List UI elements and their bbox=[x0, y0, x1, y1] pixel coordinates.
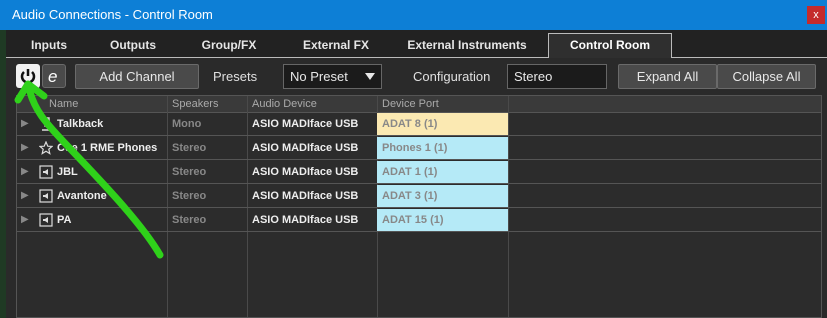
chevron-down-icon bbox=[365, 73, 375, 80]
column-header-audio-device[interactable]: Audio Device bbox=[247, 96, 377, 113]
talkback-icon bbox=[42, 117, 51, 131]
tab-control-room[interactable]: Control Room bbox=[548, 33, 672, 58]
tab-inputs[interactable]: Inputs bbox=[12, 34, 86, 57]
row-speakers: Stereo bbox=[172, 166, 207, 178]
row-name: PA bbox=[57, 214, 72, 226]
speaker-icon bbox=[39, 213, 53, 227]
edit-button[interactable]: e bbox=[42, 64, 66, 88]
row-device-port[interactable]: ADAT 8 (1) bbox=[377, 113, 508, 135]
tab-outputs[interactable]: Outputs bbox=[94, 34, 172, 57]
close-button[interactable]: x bbox=[807, 6, 825, 24]
row-device-port[interactable]: ADAT 15 (1) bbox=[377, 209, 508, 231]
row-name: JBL bbox=[57, 166, 78, 178]
row-audio-device: ASIO MADIface USB bbox=[252, 118, 359, 130]
collapse-all-button[interactable]: Collapse All bbox=[717, 64, 816, 89]
preset-dropdown[interactable]: No Preset bbox=[283, 64, 382, 89]
column-header-name[interactable]: Name bbox=[17, 96, 167, 113]
table-row[interactable]: ▶ JBL Stereo ASIO MADIface USB ADAT 1 (1… bbox=[17, 161, 821, 184]
tab-group-fx[interactable]: Group/FX bbox=[182, 34, 276, 57]
table-row[interactable]: ▶ PA Stereo ASIO MADIface USB ADAT 15 (1… bbox=[17, 209, 821, 232]
expand-arrow-icon[interactable]: ▶ bbox=[21, 113, 33, 135]
expand-arrow-icon[interactable]: ▶ bbox=[21, 185, 33, 207]
row-audio-device: ASIO MADIface USB bbox=[252, 166, 359, 178]
table-row[interactable]: ▶ Talkback Mono ASIO MADIface USB ADAT 8… bbox=[17, 113, 821, 136]
row-speakers: Stereo bbox=[172, 142, 207, 154]
tab-bar: Inputs Outputs Group/FX External FX Exte… bbox=[6, 30, 827, 58]
window-title: Audio Connections - Control Room bbox=[12, 7, 213, 22]
speaker-icon bbox=[39, 165, 53, 179]
speaker-icon bbox=[39, 189, 53, 203]
row-audio-device: ASIO MADIface USB bbox=[252, 214, 359, 226]
power-button[interactable] bbox=[16, 64, 40, 88]
row-audio-device: ASIO MADIface USB bbox=[252, 142, 359, 154]
svg-text:e: e bbox=[48, 67, 57, 86]
star-icon bbox=[39, 141, 53, 155]
row-device-port[interactable]: ADAT 1 (1) bbox=[377, 161, 508, 183]
column-header-device-port[interactable]: Device Port bbox=[377, 96, 508, 113]
expand-arrow-icon[interactable]: ▶ bbox=[21, 137, 33, 159]
row-device-port[interactable]: Phones 1 (1) bbox=[377, 137, 508, 159]
column-header-speakers[interactable]: Speakers bbox=[167, 96, 247, 113]
add-channel-button[interactable]: Add Channel bbox=[75, 64, 199, 89]
tab-external-fx[interactable]: External FX bbox=[284, 34, 388, 57]
expand-arrow-icon[interactable]: ▶ bbox=[21, 209, 33, 231]
expand-all-button[interactable]: Expand All bbox=[618, 64, 717, 89]
row-audio-device: ASIO MADIface USB bbox=[252, 190, 359, 202]
e-icon: e bbox=[48, 67, 57, 86]
audio-connections-window: Inputs Outputs Group/FX External FX Exte… bbox=[6, 30, 827, 318]
table-row[interactable]: ▶ Cue 1 RME Phones Stereo ASIO MADIface … bbox=[17, 137, 821, 160]
toolbar: e Add Channel Presets No Preset Configur… bbox=[16, 64, 822, 91]
row-speakers: Mono bbox=[172, 118, 202, 130]
row-name: Cue 1 RME Phones bbox=[57, 142, 158, 154]
configuration-label: Configuration bbox=[413, 69, 491, 84]
tab-external-instruments[interactable]: External Instruments bbox=[392, 34, 542, 57]
preset-value: No Preset bbox=[290, 69, 348, 84]
column-header-empty bbox=[508, 96, 821, 113]
row-speakers: Stereo bbox=[172, 190, 207, 202]
row-name: Talkback bbox=[57, 118, 104, 130]
title-bar: Audio Connections - Control Room x bbox=[0, 0, 827, 30]
row-device-port[interactable]: ADAT 3 (1) bbox=[377, 185, 508, 207]
row-name: Avantone bbox=[57, 190, 107, 202]
expand-arrow-icon[interactable]: ▶ bbox=[21, 161, 33, 183]
presets-label: Presets bbox=[213, 69, 258, 84]
power-icon bbox=[20, 69, 36, 84]
row-speakers: Stereo bbox=[172, 214, 207, 226]
table-row[interactable]: ▶ Avantone Stereo ASIO MADIface USB ADAT… bbox=[17, 185, 821, 208]
channel-table: Name Speakers Audio Device Device Port ▶… bbox=[16, 95, 822, 318]
configuration-field[interactable]: Stereo bbox=[507, 64, 607, 89]
